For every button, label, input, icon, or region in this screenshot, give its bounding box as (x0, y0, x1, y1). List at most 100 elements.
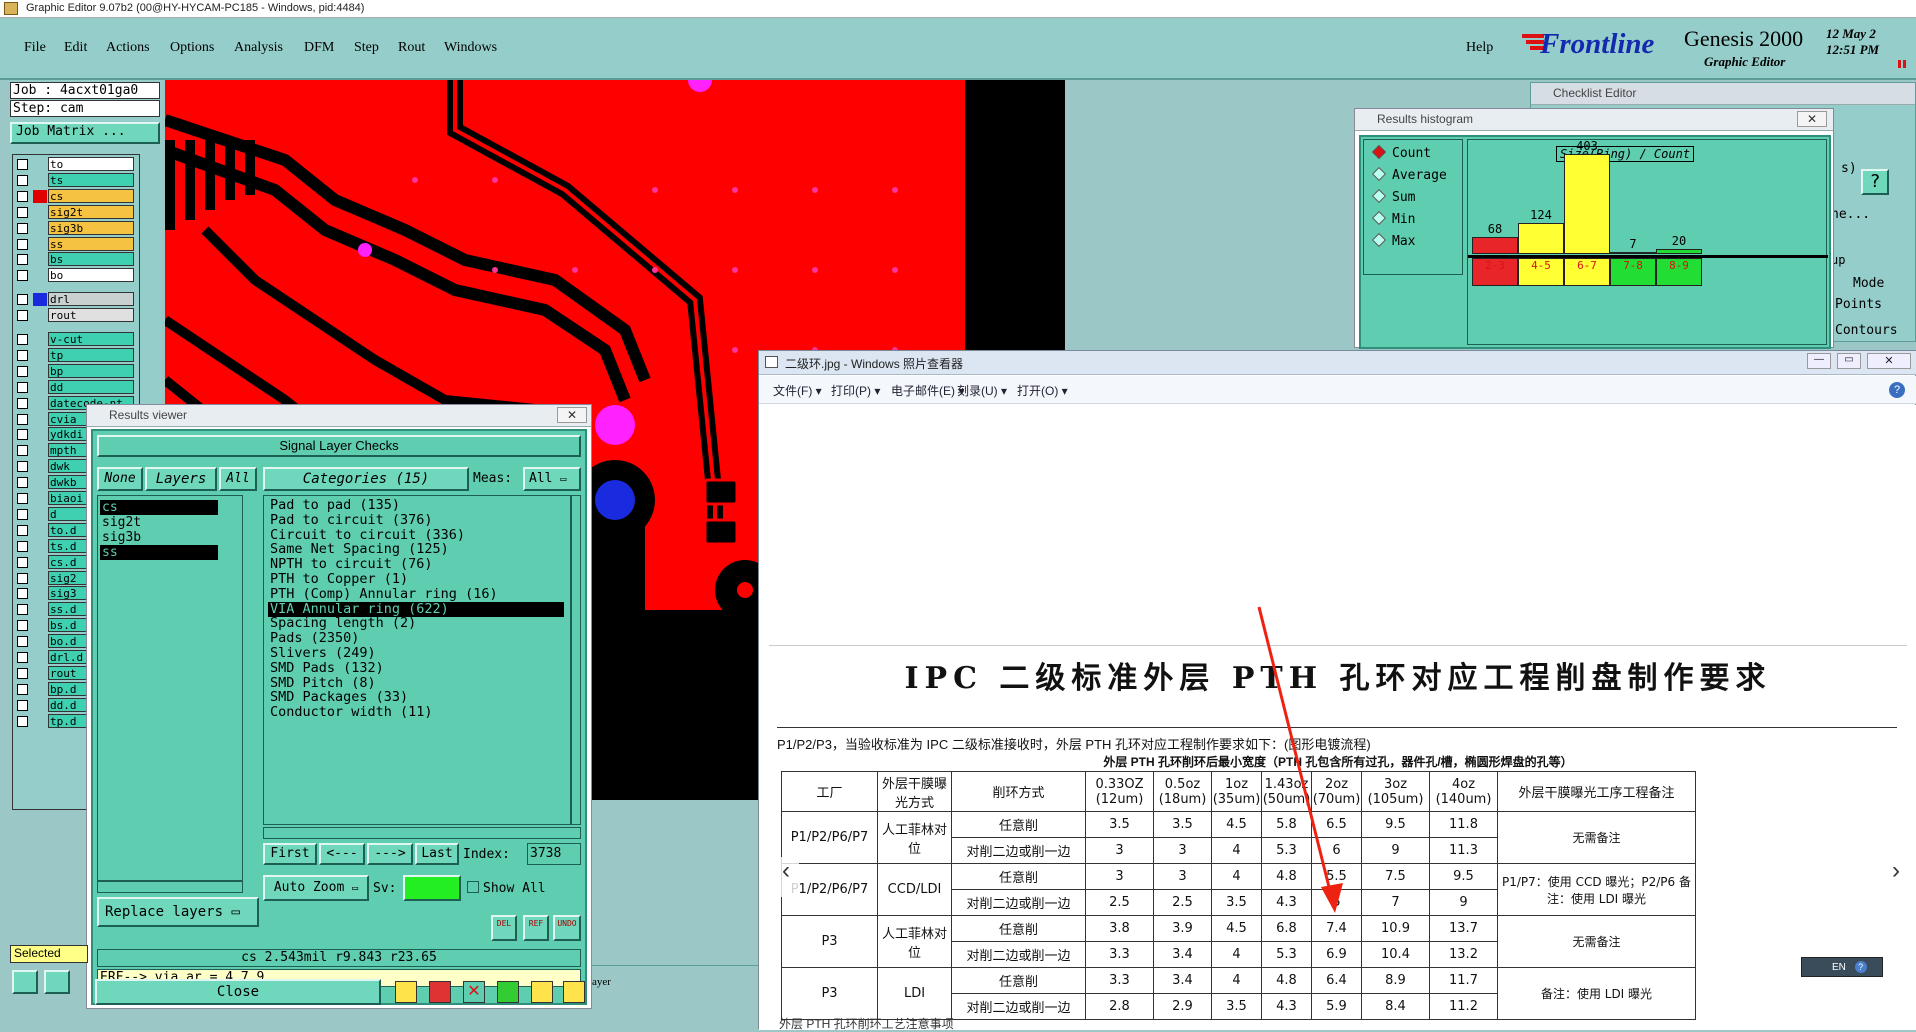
layer-name[interactable]: sig3b (48, 220, 134, 235)
category-item[interactable]: Spacing length (2) (268, 616, 564, 631)
layer-checkbox[interactable] (17, 254, 28, 266)
none-button[interactable]: None (97, 467, 143, 491)
layer-name[interactable]: bs (48, 252, 134, 267)
layer-name[interactable]: to (48, 157, 134, 171)
layer-checkbox[interactable] (17, 174, 28, 186)
layer-checkbox[interactable] (17, 310, 28, 322)
radio-icon[interactable] (1371, 232, 1387, 248)
next-image-icon[interactable]: › (1883, 857, 1909, 897)
sv-color-select[interactable] (403, 875, 461, 901)
close-icon[interactable]: ✕ (1867, 353, 1911, 369)
results-layer-item[interactable]: sig2t (100, 515, 218, 530)
layer-checkbox[interactable] (17, 715, 28, 727)
category-item[interactable]: Slivers (249) (268, 646, 564, 661)
layer-checkbox[interactable] (17, 222, 28, 234)
layer-checkbox[interactable] (17, 206, 28, 218)
next-button[interactable]: ---> (367, 843, 413, 865)
menu-step[interactable]: Step (354, 40, 379, 56)
category-item[interactable]: Same Net Spacing (125) (268, 542, 564, 557)
category-item[interactable]: Conductor width (11) (268, 705, 564, 720)
histogram-option[interactable]: Sum (1371, 188, 1415, 205)
layer-name[interactable]: v-cut (48, 332, 134, 346)
menu-file[interactable]: File (24, 40, 46, 56)
layer-checkbox[interactable] (17, 429, 28, 441)
category-item[interactable]: NPTH to circuit (76) (268, 557, 564, 572)
green-tool-icon[interactable] (497, 981, 519, 1003)
prev-button[interactable]: <--- (319, 843, 365, 865)
layer-checkbox[interactable] (17, 683, 28, 695)
category-item[interactable]: Pad to pad (135) (268, 498, 564, 513)
layer-row[interactable]: to (13, 157, 134, 172)
category-item[interactable]: PTH (Comp) Annular ring (16) (268, 586, 564, 602)
category-item[interactable]: PTH to Copper (1) (268, 572, 564, 587)
layer-checkbox[interactable] (17, 445, 28, 457)
radio-icon[interactable] (1371, 188, 1387, 204)
menu-help[interactable]: Help (1466, 40, 1493, 56)
layer-checkbox[interactable] (17, 620, 28, 632)
show-all-checkbox[interactable] (467, 881, 479, 893)
photo-menu-item[interactable]: 刻录(U) ▾ (957, 382, 1007, 399)
layer-color-swatch[interactable] (33, 293, 47, 307)
checklist-item-ne[interactable]: ne... (1831, 207, 1870, 222)
layer-checkbox[interactable] (17, 524, 28, 536)
histogram-option[interactable]: Min (1371, 210, 1415, 227)
report-icon[interactable] (531, 981, 553, 1003)
layer-row[interactable]: drl (13, 292, 134, 307)
layer-checkbox[interactable] (17, 270, 28, 282)
layer-select-list[interactable]: cs sig2t sig3b ss (97, 495, 243, 881)
auto-zoom-select[interactable]: Auto Zoom ▭ (263, 875, 369, 901)
category-item[interactable]: SMD Packages (33) (268, 690, 564, 705)
category-list[interactable]: Pad to pad (135) Pad to circuit (376) Circ… (263, 495, 571, 825)
index-input[interactable]: 3738 (527, 843, 581, 865)
layer-list-scrollbar[interactable] (97, 881, 243, 893)
results-layer-item[interactable]: sig3b (100, 530, 218, 545)
menu-dfm[interactable]: DFM (304, 40, 334, 56)
menu-actions[interactable]: Actions (106, 40, 150, 56)
histogram-option[interactable]: Max (1371, 232, 1415, 249)
layer-name[interactable]: bo (48, 268, 134, 283)
category-item[interactable]: SMD Pitch (8) (268, 675, 564, 691)
layer-checkbox[interactable] (17, 540, 28, 552)
category-item[interactable]: Circuit to circuit (336) (268, 527, 564, 543)
category-scrollbar[interactable] (571, 495, 581, 825)
layer-checkbox[interactable] (17, 159, 28, 170)
layer-checkbox[interactable] (17, 572, 28, 584)
highlight-icon[interactable] (429, 981, 451, 1003)
menu-analysis[interactable]: Analysis (234, 40, 283, 56)
close-icon[interactable]: ✕ (1797, 111, 1827, 127)
layer-checkbox[interactable] (17, 413, 28, 425)
category-hscrollbar[interactable] (263, 827, 581, 839)
layer-color-swatch[interactable] (33, 189, 47, 203)
layer-checkbox[interactable] (17, 667, 28, 679)
layer-checkbox[interactable] (17, 604, 28, 616)
radio-icon[interactable] (1371, 210, 1387, 226)
menu-options[interactable]: Options (170, 40, 214, 56)
layer-name[interactable]: ss (48, 236, 134, 251)
all-layers-button[interactable]: All (219, 467, 257, 491)
tool-icon[interactable] (395, 981, 417, 1003)
layers-button[interactable]: Layers (145, 467, 217, 491)
category-item[interactable]: Pads (2350) (268, 631, 564, 646)
menu-windows[interactable]: Windows (444, 40, 497, 56)
close-button[interactable]: Close (95, 979, 381, 1005)
layer-row[interactable]: bo (13, 268, 134, 283)
layer-checkbox[interactable] (17, 652, 28, 663)
layer-name[interactable]: sig2t (48, 204, 134, 219)
menu-rout[interactable]: Rout (398, 40, 425, 56)
delete-icon[interactable]: DEL (491, 915, 517, 941)
layer-row[interactable]: v-cut (13, 332, 134, 347)
job-matrix-button[interactable]: Job Matrix ... (10, 122, 160, 144)
undo-icon[interactable]: UNDO (553, 915, 581, 941)
replace-layers-button[interactable]: Replace layers ▭ (97, 897, 259, 927)
help-icon[interactable]: ? (1889, 382, 1905, 398)
previous-image-icon[interactable]: ‹ (773, 857, 799, 897)
chart-icon[interactable] (563, 981, 585, 1003)
layer-checkbox[interactable] (17, 636, 28, 648)
radio-icon[interactable] (1371, 166, 1387, 182)
layer-row[interactable]: sig2t (13, 204, 134, 220)
zoom-tool-icon[interactable] (12, 970, 38, 994)
meas-select[interactable]: All ▭ (523, 467, 581, 491)
photo-menu-item[interactable]: 打印(P) ▾ (831, 382, 880, 399)
close-icon[interactable]: ✕ (557, 407, 587, 423)
layer-row[interactable]: cs (13, 188, 134, 204)
